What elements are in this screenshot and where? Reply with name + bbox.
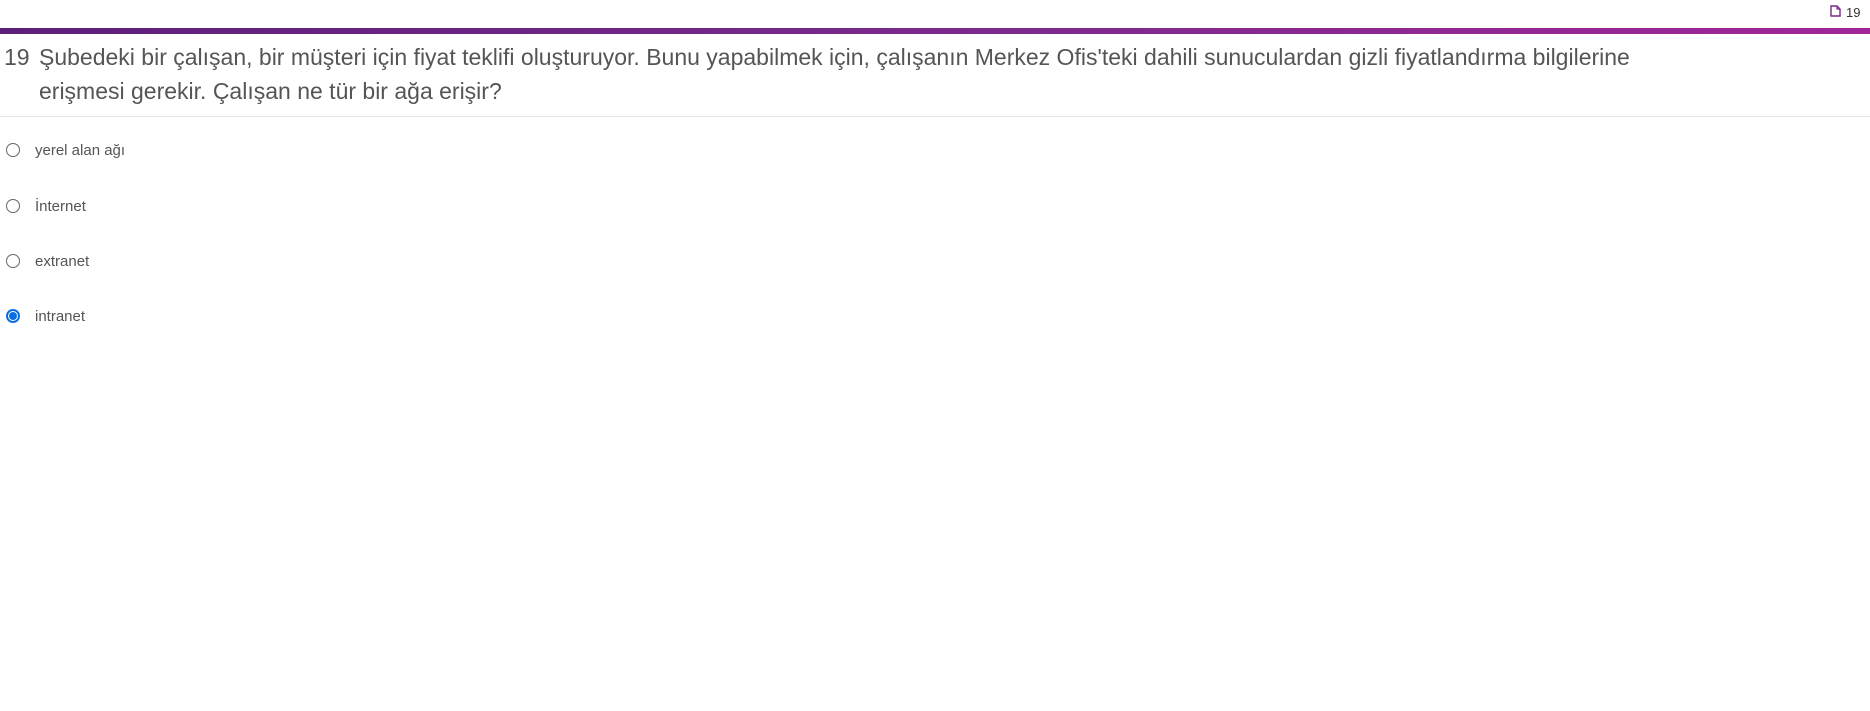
option-3[interactable]: extranet — [6, 250, 89, 272]
question-block: 19 Şubedeki bir çalışan, bir müşteri içi… — [0, 34, 1870, 117]
question-count-text: 19 — [1846, 5, 1861, 21]
option-4[interactable]: intranet — [6, 305, 85, 327]
radio-button[interactable] — [6, 143, 20, 157]
option-1[interactable]: yerel alan ağı — [6, 139, 125, 161]
option-label: extranet — [35, 252, 90, 270]
radio-button[interactable] — [6, 199, 20, 213]
document-icon — [1830, 5, 1841, 20]
radio-button-selected[interactable] — [6, 309, 20, 323]
question-number: 19 — [4, 44, 30, 70]
question-counter[interactable]: 19 — [1830, 4, 1870, 22]
option-2[interactable]: İnternet — [6, 195, 86, 217]
top-bar: 19 — [0, 0, 1870, 28]
question-text: Şubedeki bir çalışan, bir müşteri için f… — [39, 44, 1630, 104]
radio-button[interactable] — [6, 254, 20, 268]
option-label: yerel alan ağı — [35, 141, 126, 159]
option-label: İnternet — [35, 197, 86, 215]
option-label: intranet — [35, 307, 86, 325]
